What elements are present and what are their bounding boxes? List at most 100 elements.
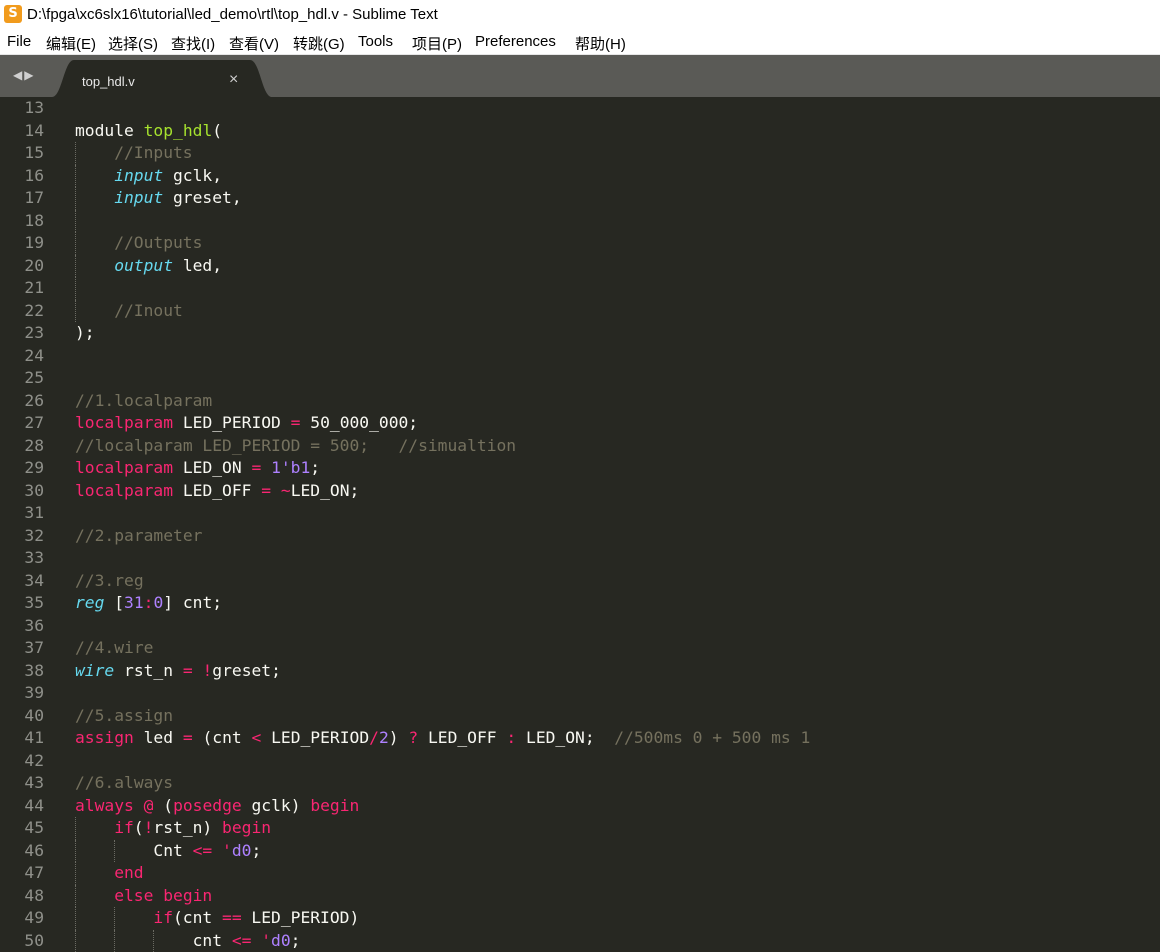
code-line[interactable]: 27 localparam LED_PERIOD = 50_000_000; xyxy=(0,412,1160,435)
code-token: begin xyxy=(222,818,272,837)
right-arrow-icon[interactable]: ▶ xyxy=(24,68,35,82)
code-line[interactable]: 22 //Inout xyxy=(0,299,1160,322)
code-line[interactable]: 30 localparam LED_OFF = ~LED_ON; xyxy=(0,480,1160,503)
code-token: = xyxy=(261,480,272,500)
code-line[interactable]: 39 xyxy=(0,682,1160,705)
code-line[interactable]: 31 xyxy=(0,502,1160,525)
code-line[interactable]: 14 module top_hdl( xyxy=(0,120,1160,143)
code-text: ); xyxy=(75,322,95,345)
code-token: top_hdl xyxy=(143,120,213,140)
code-line[interactable]: 18 xyxy=(0,209,1160,232)
code-line[interactable]: 42 xyxy=(0,750,1160,773)
code-token: localparam xyxy=(75,480,174,500)
code-line[interactable]: 20 output led, xyxy=(0,254,1160,278)
menu-file[interactable]: File xyxy=(7,33,31,50)
code-token: begin xyxy=(163,885,213,905)
code-line[interactable]: 13 xyxy=(0,97,1160,120)
code-token: LED_ON; xyxy=(290,480,360,500)
code-line[interactable]: 16 input gclk, xyxy=(0,164,1160,187)
code-token: //Outputs xyxy=(114,233,203,252)
code-token: @ xyxy=(143,795,154,815)
code-line[interactable]: 33 xyxy=(0,547,1160,570)
indent-guide xyxy=(75,929,77,952)
line-number: 22 xyxy=(24,300,44,320)
code-token: else xyxy=(114,885,154,905)
code-token: //6.always xyxy=(75,773,174,792)
code-token: led, xyxy=(173,255,223,275)
menu-project[interactable]: 项目(P) xyxy=(412,33,462,54)
code-line[interactable]: 38 wire rst_n = !greset; xyxy=(0,660,1160,683)
code-token: 50_000_000; xyxy=(300,413,419,432)
code-token: //2.parameter xyxy=(75,525,203,545)
code-line[interactable]: 36 xyxy=(0,615,1160,638)
left-arrow-icon[interactable]: ◀ xyxy=(13,68,24,82)
code-line[interactable]: 44 always @ (posedge gclk) begin xyxy=(0,795,1160,818)
menu-view[interactable]: 查看(V) xyxy=(229,33,279,54)
code-token: //Inout xyxy=(114,300,183,320)
code-line[interactable]: 17 input greset, xyxy=(0,187,1160,210)
code-line[interactable]: 24 xyxy=(0,345,1160,368)
code-editor[interactable]: 13 14 module top_hdl(15//Inputs 16 input gcl… xyxy=(0,97,1160,952)
menu-find[interactable]: 查找(I) xyxy=(171,33,215,54)
line-number: 40 xyxy=(24,705,44,725)
tab-bar: ◀▶ top_hdl.v × xyxy=(0,55,1160,97)
code-line[interactable]: 37 //4.wire xyxy=(0,637,1160,660)
code-line[interactable]: 40 //5.assign xyxy=(0,705,1160,728)
code-token: led xyxy=(133,728,183,747)
code-token: LED_PERIOD) xyxy=(241,908,360,927)
code-text: output led, xyxy=(114,255,222,278)
code-line[interactable]: 34 //3.reg xyxy=(0,570,1160,593)
code-line[interactable]: 45 if(!rst_n) begin xyxy=(0,817,1160,840)
code-line[interactable]: 28 //localparam LED_PERIOD = 500; //simua… xyxy=(0,435,1160,458)
code-line[interactable]: 43 //6.always xyxy=(0,772,1160,795)
code-token: ; xyxy=(310,458,321,477)
code-text: localparam LED_PERIOD = 50_000_000; xyxy=(75,412,418,435)
code-line[interactable]: 26 //1.localparam xyxy=(0,390,1160,413)
indent-guide xyxy=(75,884,77,907)
menu-edit[interactable]: 编辑(E) xyxy=(46,33,96,54)
code-token: d0 xyxy=(271,930,291,950)
close-icon[interactable]: × xyxy=(229,71,238,89)
line-number: 20 xyxy=(24,255,44,275)
code-token: ( xyxy=(153,795,174,815)
line-number: 47 xyxy=(24,863,44,882)
menu-help[interactable]: 帮助(H) xyxy=(575,33,626,54)
indent-guide xyxy=(75,232,77,255)
code-line[interactable]: 41 assign led = (cnt < LED_PERIOD/2) ? LE… xyxy=(0,727,1160,750)
code-line[interactable]: 19 //Outputs xyxy=(0,232,1160,255)
code-token: ; xyxy=(251,840,262,860)
code-token: module xyxy=(75,120,144,140)
line-number: 13 xyxy=(24,98,44,117)
menu-tools[interactable]: Tools xyxy=(358,33,393,50)
code-line[interactable]: 29 localparam LED_ON = 1'b1; xyxy=(0,457,1160,480)
code-text: module top_hdl( xyxy=(75,120,222,143)
code-token: rst_n xyxy=(114,660,183,680)
menu-goto[interactable]: 转跳(G) xyxy=(293,33,345,54)
code-token: input xyxy=(114,188,164,207)
code-token: posedge xyxy=(173,795,242,815)
code-line[interactable]: 35 reg [31:0] cnt; xyxy=(0,592,1160,615)
line-number: 28 xyxy=(24,435,44,455)
code-line[interactable]: 50 cnt <= 'd0; xyxy=(0,929,1160,952)
code-token: ~ xyxy=(280,480,291,500)
tab-top-hdl[interactable]: top_hdl.v × xyxy=(52,60,272,97)
menu-selection[interactable]: 选择(S) xyxy=(108,33,158,54)
line-number: 17 xyxy=(24,188,44,207)
code-line[interactable]: 21 xyxy=(0,277,1160,300)
menu-preferences[interactable]: Preferences xyxy=(475,33,556,50)
code-line[interactable]: 46 Cnt <= 'd0; xyxy=(0,839,1160,862)
code-line[interactable]: 25 xyxy=(0,367,1160,390)
code-line[interactable]: 32 //2.parameter xyxy=(0,525,1160,548)
code-text: assign led = (cnt < LED_PERIOD/2) ? LED_… xyxy=(75,727,810,750)
code-token: begin xyxy=(310,795,360,815)
code-token: reg xyxy=(75,593,105,612)
code-line[interactable]: 15 //Inputs xyxy=(0,142,1160,165)
code-line[interactable]: 49 if(cnt == LED_PERIOD) xyxy=(0,907,1160,930)
code-line[interactable]: 48 else begin xyxy=(0,884,1160,907)
code-line[interactable]: 47 end xyxy=(0,862,1160,885)
line-number: 41 xyxy=(24,728,44,747)
code-line[interactable]: 23); xyxy=(0,322,1160,345)
code-token: //500ms 0 + 500 ms 1 xyxy=(614,728,811,747)
